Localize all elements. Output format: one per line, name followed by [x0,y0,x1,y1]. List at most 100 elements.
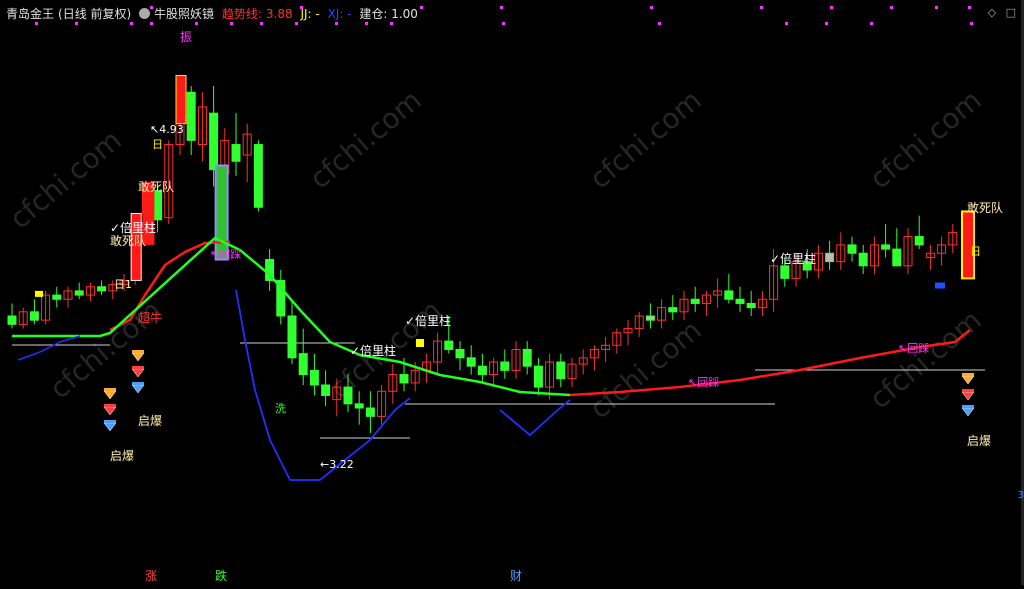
candle-body [298,353,308,376]
signal-dot [365,22,368,25]
signal-dot [825,22,828,25]
signal-dot [970,22,973,25]
annotation-beiliang: ✓倍里柱 [405,313,451,328]
bottom-mark-down: 跌 [215,569,228,583]
annotation-qibao: 启爆 [110,449,134,463]
signal-dot [760,6,763,9]
diamond-icon[interactable]: ◇ [988,6,996,19]
candle-body [153,190,163,221]
gem-icon [131,368,145,378]
signal-dot [935,6,938,9]
candle-body [735,298,745,304]
signal-dot [890,6,893,9]
xj-label: XJ: - [327,7,352,21]
blue-line [499,399,571,437]
right-controls: ◇ □ [982,6,1016,19]
candle-body [29,311,39,321]
signal-dot [968,6,971,9]
signal-dot [785,22,788,25]
signal-dot [658,22,661,25]
candle-body [522,348,532,367]
chart-stage: cfchi.com cfchi.com cfchi.com cfchi.com cfch… [0,0,1024,585]
candle-body [74,290,84,296]
candle-body [668,307,678,313]
gem-icon [104,388,116,391]
gem-icon [104,404,116,407]
annotation-beiliang: ✓倍里柱 [110,220,156,235]
limit-up-bar [175,75,187,125]
edge-label: 3 [1017,490,1024,501]
annotation-qibao: 启爆 [967,434,991,448]
signal-bar [214,164,229,261]
signal-dot [75,22,78,25]
candle-body [690,298,700,304]
candle-body [455,348,465,359]
gem-icon [131,384,145,394]
annotation-xi: 洗 [275,402,286,415]
annotation-gansidui: 敢死队 [967,200,1003,215]
top-mark-zhen: 振 [180,30,193,44]
gem-icon [103,406,117,416]
gem-icon [962,405,974,408]
candle-body [892,248,902,267]
candle-body [321,384,331,396]
gem-icon [962,389,974,392]
annotation-huicai: ↖回踩 [210,248,241,261]
jc-label: 建仓: 1.00 [359,7,418,21]
indicator-header: 青岛金王 (日线 前复权) 牛股照妖镜 趋势线: 3.88 JJ: - XJ: - … [6,5,422,22]
signal-dot [335,22,338,25]
candle-body [847,244,857,254]
signal-dot [650,6,653,9]
gem-icon [103,390,117,400]
candle-body [354,403,364,409]
candle-body [52,294,62,300]
candle-body [858,252,868,267]
signal-dot [502,22,505,25]
signal-dot [830,6,833,9]
candle-body [253,144,263,208]
candle-body [186,91,196,141]
candle-body [825,252,835,263]
annotation-gansidui: 敢死队 [110,233,146,248]
signal-dot [130,22,133,25]
candle-body [466,357,476,367]
gem-icon [961,391,975,401]
gem-icon [961,375,975,385]
candle-body [746,302,756,309]
stock-name[interactable]: 青岛金王 [6,7,54,21]
candle-body [287,315,297,359]
candle-body [343,386,353,405]
signal-dot [230,22,233,25]
gem-icon [104,420,116,423]
annotation-gansidui: 敢死队 [138,179,174,194]
gem-icon [132,382,144,385]
candle-body [556,361,566,380]
bottom-mark-up: 涨 [145,569,158,583]
indicator-name[interactable]: 牛股照妖镜 [154,7,214,21]
candle-body [645,315,655,321]
candle-body [365,407,375,417]
period-label[interactable]: (日线 前复权) [58,7,131,21]
gem-icon [961,407,975,417]
candle-body [399,374,409,384]
candle-body [724,290,734,300]
signal-dot [870,22,873,25]
signal-dot [35,22,38,25]
annotation-ri: 日1 [114,278,132,291]
signal-dot [260,22,263,25]
max-price-label: ↖4.93 [150,123,184,136]
gear-icon[interactable] [139,8,151,19]
signal-dot [500,6,503,9]
bottom-mark-money: 财 [510,569,523,583]
signal-dot [195,22,198,25]
annotation-huicai: ↖回踩 [688,376,719,389]
annotation-chaoniu: 超牛 [138,310,162,325]
annotation-ri: 日 [970,245,981,258]
watermark-text: cfchi.com [303,83,428,195]
annotation-huicai: ↖回踩 [898,342,929,355]
candle-body [309,369,319,386]
yellow-marker [416,339,424,347]
square-icon[interactable]: □ [1006,6,1016,19]
candle-body [209,112,219,171]
candle-body [500,361,510,371]
